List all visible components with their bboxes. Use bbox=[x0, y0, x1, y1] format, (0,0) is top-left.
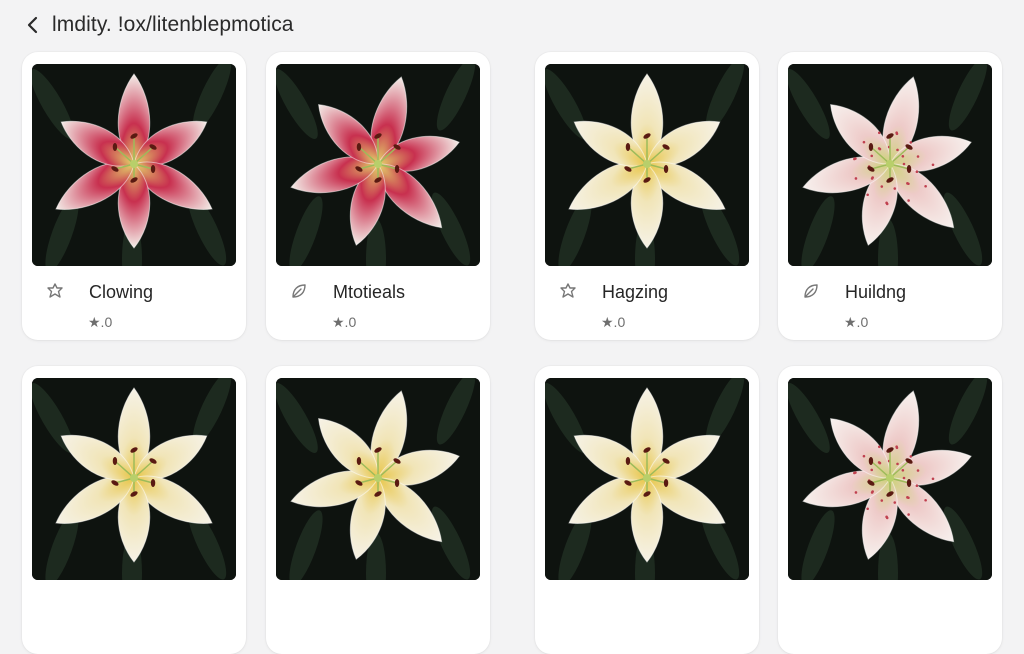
lily-photo bbox=[276, 378, 480, 580]
flower-outline-icon bbox=[559, 282, 577, 300]
chevron-left-icon bbox=[27, 16, 38, 34]
lily-name: Huildng bbox=[845, 282, 907, 302]
leaf-icon bbox=[802, 282, 820, 300]
lily-name: Hagzing bbox=[602, 282, 669, 302]
lily-card[interactable] bbox=[778, 366, 1002, 654]
lily-rating: ★.0 bbox=[844, 314, 869, 330]
lily-photo bbox=[788, 64, 992, 266]
lily-card[interactable]: Hagzing ★.0 bbox=[535, 52, 759, 340]
lily-card[interactable] bbox=[535, 366, 759, 654]
lily-photo bbox=[788, 378, 992, 580]
lily-card[interactable]: Clowing ★.0 bbox=[22, 52, 246, 340]
lily-photo bbox=[32, 64, 236, 266]
lily-rating: ★.0 bbox=[88, 314, 113, 330]
lily-rating: ★.0 bbox=[332, 314, 357, 330]
lily-name: Mtotieals bbox=[333, 282, 406, 302]
lily-card[interactable] bbox=[266, 366, 490, 654]
back-button[interactable] bbox=[20, 12, 46, 38]
lily-photo bbox=[545, 64, 749, 266]
page-title: lmdity. !ox/litenblepmotica bbox=[52, 13, 294, 36]
lily-card[interactable]: Mtotieals ★.0 bbox=[266, 52, 490, 340]
lily-photo bbox=[32, 378, 236, 580]
leaf-icon bbox=[290, 282, 308, 300]
lily-name: Clowing bbox=[89, 282, 154, 302]
lily-card[interactable]: Huildng ★.0 bbox=[778, 52, 1002, 340]
flower-outline-icon bbox=[46, 282, 64, 300]
lily-rating: ★.0 bbox=[601, 314, 626, 330]
lily-photo bbox=[545, 378, 749, 580]
top-bar: lmdity. !ox/litenblepmotica bbox=[0, 0, 1024, 52]
lily-card[interactable] bbox=[22, 366, 246, 654]
lily-photo bbox=[276, 64, 480, 266]
